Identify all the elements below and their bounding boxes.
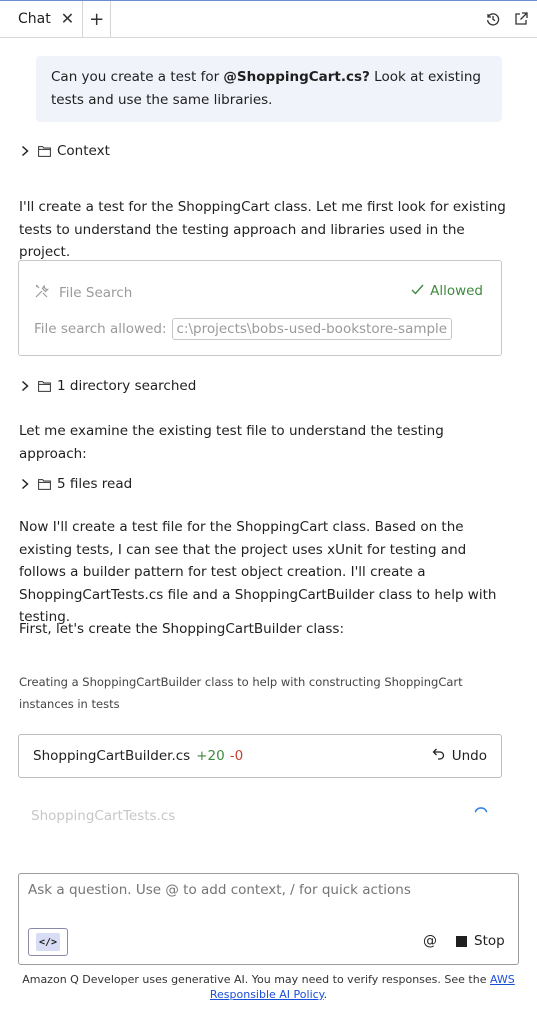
code-context-button[interactable]: </> xyxy=(28,928,68,956)
files-read-summary: 5 files read xyxy=(57,476,133,492)
open-external-icon[interactable] xyxy=(513,11,529,27)
history-icon[interactable] xyxy=(485,11,501,27)
tab-bar: Chat ✕ + xyxy=(0,0,537,38)
files-read-toggle[interactable]: 5 files read xyxy=(20,476,132,492)
tool-status-text: Allowed xyxy=(430,283,483,299)
check-icon xyxy=(411,283,424,299)
chat-composer: </> @ Stop xyxy=(18,873,519,965)
context-label: Context xyxy=(57,143,110,159)
directory-summary: 1 directory searched xyxy=(57,378,197,394)
stop-label: Stop xyxy=(474,933,505,949)
context-toggle[interactable]: Context xyxy=(20,143,110,159)
file-mention: @ShoppingCart.cs? xyxy=(223,69,370,85)
file-search-card: File Search Allowed File search allowed:… xyxy=(18,260,502,356)
folder-icon xyxy=(38,145,51,157)
tool-title-text: File Search xyxy=(59,285,133,301)
lines-removed: -0 xyxy=(229,748,244,764)
undo-label: Undo xyxy=(451,748,487,764)
disclaimer-end: . xyxy=(323,988,328,1001)
directory-toggle[interactable]: 1 directory searched xyxy=(20,378,196,394)
folder-icon xyxy=(38,478,51,490)
tool-status: Allowed xyxy=(411,283,483,299)
tool-field-row: File search allowed: c:\projects\bobs-us… xyxy=(34,318,453,340)
builder-note: Creating a ShoppingCartBuilder class to … xyxy=(19,675,463,711)
chevron-right-icon xyxy=(20,478,32,490)
tab-actions xyxy=(485,1,537,37)
close-icon[interactable]: ✕ xyxy=(61,11,74,27)
plan-text: Now I'll create a test file for the Shop… xyxy=(19,519,497,625)
stop-button[interactable]: Stop xyxy=(456,933,505,949)
tab-chat[interactable]: Chat ✕ xyxy=(0,1,84,37)
file-name[interactable]: ShoppingCartBuilder.cs xyxy=(33,748,190,764)
mention-button[interactable]: @ xyxy=(423,933,437,949)
first-step-text: First, let's create the ShoppingCartBuil… xyxy=(19,621,345,637)
tool-field-label: File search allowed: xyxy=(34,321,167,337)
chat-input[interactable] xyxy=(28,882,508,898)
undo-icon xyxy=(432,748,452,764)
assistant-intro: I'll create a test for the ShoppingCart … xyxy=(19,199,506,260)
examine-text: Let me examine the existing test file to… xyxy=(19,423,444,462)
tools-icon xyxy=(34,283,59,303)
chevron-right-icon xyxy=(20,145,32,157)
disclaimer-footer: Amazon Q Developer uses generative AI. Y… xyxy=(0,972,537,1002)
user-message-text: Can you create a test for xyxy=(51,69,224,85)
file-change-card[interactable]: ShoppingCartBuilder.cs +20 -0 Undo xyxy=(18,734,502,778)
user-message: Can you create a test for @ShoppingCart.… xyxy=(36,56,502,122)
tool-path-field: c:\projects\bobs-used-bookstore-sample xyxy=(171,318,453,340)
pending-file: ShoppingCartTests.cs xyxy=(31,808,176,824)
tab-chat-label: Chat xyxy=(18,11,51,27)
add-tab-button[interactable]: + xyxy=(83,1,112,37)
disclaimer-text: Amazon Q Developer uses generative AI. Y… xyxy=(22,973,490,986)
undo-button[interactable]: Undo xyxy=(432,748,487,764)
folder-icon xyxy=(38,380,51,392)
tool-title: File Search xyxy=(34,283,132,303)
loading-spinner-icon xyxy=(474,805,488,821)
chevron-right-icon xyxy=(20,380,32,392)
chat-content: Can you create a test for @ShoppingCart.… xyxy=(0,39,537,869)
lines-added: +20 xyxy=(196,748,225,764)
code-icon: </> xyxy=(36,933,60,951)
stop-icon xyxy=(456,935,467,947)
